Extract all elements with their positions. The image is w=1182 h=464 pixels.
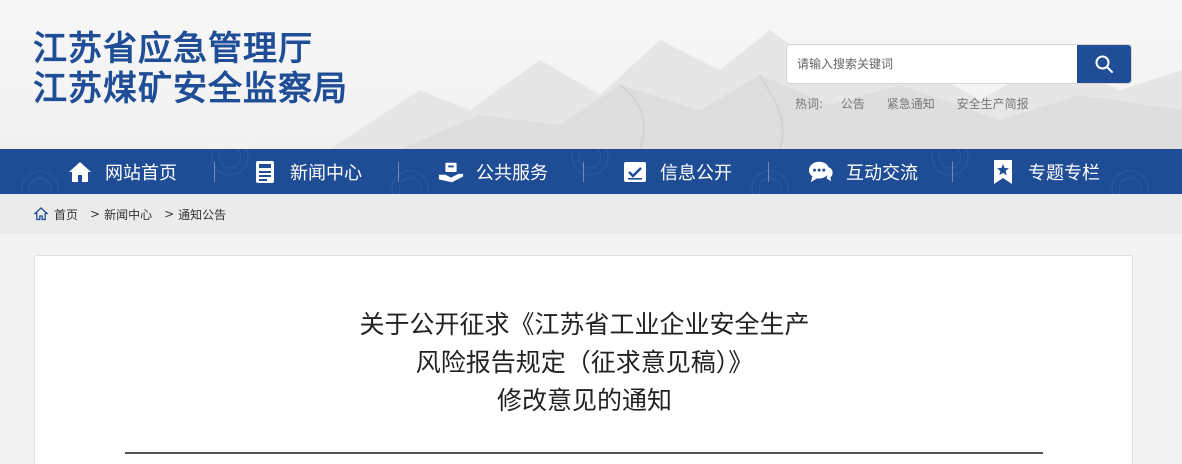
breadcrumb: 首页 > 新闻中心 > 通知公告 [0,194,1182,234]
bookmark-star-icon [990,159,1016,185]
home-icon [34,207,48,221]
breadcrumb-separator: > [164,207,175,221]
nav-item-home[interactable]: 网站首页 [67,149,177,194]
article-title-line1: 关于公开征求《江苏省工业企业安全生产 [359,310,810,339]
chat-bubbles-icon [808,159,834,185]
nav-divider [398,162,399,182]
hot-keywords-label: 热词: [795,97,824,111]
home-icon [67,159,93,185]
nav-divider [952,162,953,182]
title-divider [125,452,1043,454]
logo-title-line1: 江苏省应急管理厅 [33,29,313,69]
nav-divider [768,162,769,182]
site-header: 江苏省应急管理厅 江苏煤矿安全监察局 热词: 公告 紧急通知 安全生产简报 [0,0,1182,149]
news-icon [252,159,278,185]
nav-item-label: 公共服务 [476,162,548,184]
search-input[interactable] [787,45,1078,83]
hot-keywords: 热词: 公告 紧急通知 安全生产简报 [795,95,1047,112]
nav-divider [214,162,215,182]
search-icon [1095,55,1113,73]
article-container: 关于公开征求《江苏省工业企业安全生产 风险报告规定（征求意见稿）》 修改意见的通… [34,255,1133,464]
breadcrumb-home[interactable]: 首页 [54,206,78,223]
search-box [786,44,1132,84]
site-logo[interactable]: 江苏省应急管理厅 江苏煤矿安全监察局 [33,29,348,109]
nav-divider [583,162,584,182]
info-disclosure-icon [622,159,648,185]
breadcrumb-notices[interactable]: 通知公告 [178,206,226,223]
hot-keyword-link[interactable]: 紧急通知 [887,97,935,111]
search-button[interactable] [1077,45,1131,83]
nav-item-label: 信息公开 [660,162,732,184]
main-navigation: 网站首页 新闻中心 公共服务 信息公开 互动交流 专题专栏 [0,149,1182,194]
nav-item-info-disclosure[interactable]: 信息公开 [622,149,732,194]
article-title-line3: 修改意见的通知 [496,386,672,415]
nav-item-label: 网站首页 [105,162,177,184]
breadcrumb-news-center[interactable]: 新闻中心 [104,206,152,223]
nav-item-news[interactable]: 新闻中心 [252,149,362,194]
hot-keyword-link[interactable]: 安全生产简报 [957,97,1029,111]
nav-item-label: 互动交流 [846,162,918,184]
nav-item-special-topics[interactable]: 专题专栏 [990,149,1100,194]
nav-item-label: 新闻中心 [290,162,362,184]
public-service-icon [438,159,464,185]
article-title-line2: 风险报告规定（征求意见稿）》 [415,348,754,377]
breadcrumb-separator: > [90,207,101,221]
article-title: 关于公开征求《江苏省工业企业安全生产 风险报告规定（征求意见稿）》 修改意见的通… [35,306,1134,420]
logo-title-line2: 江苏煤矿安全监察局 [33,69,348,109]
hot-keyword-link[interactable]: 公告 [841,97,865,111]
nav-item-label: 专题专栏 [1028,162,1100,184]
nav-item-public-service[interactable]: 公共服务 [438,149,548,194]
nav-item-interaction[interactable]: 互动交流 [808,149,918,194]
